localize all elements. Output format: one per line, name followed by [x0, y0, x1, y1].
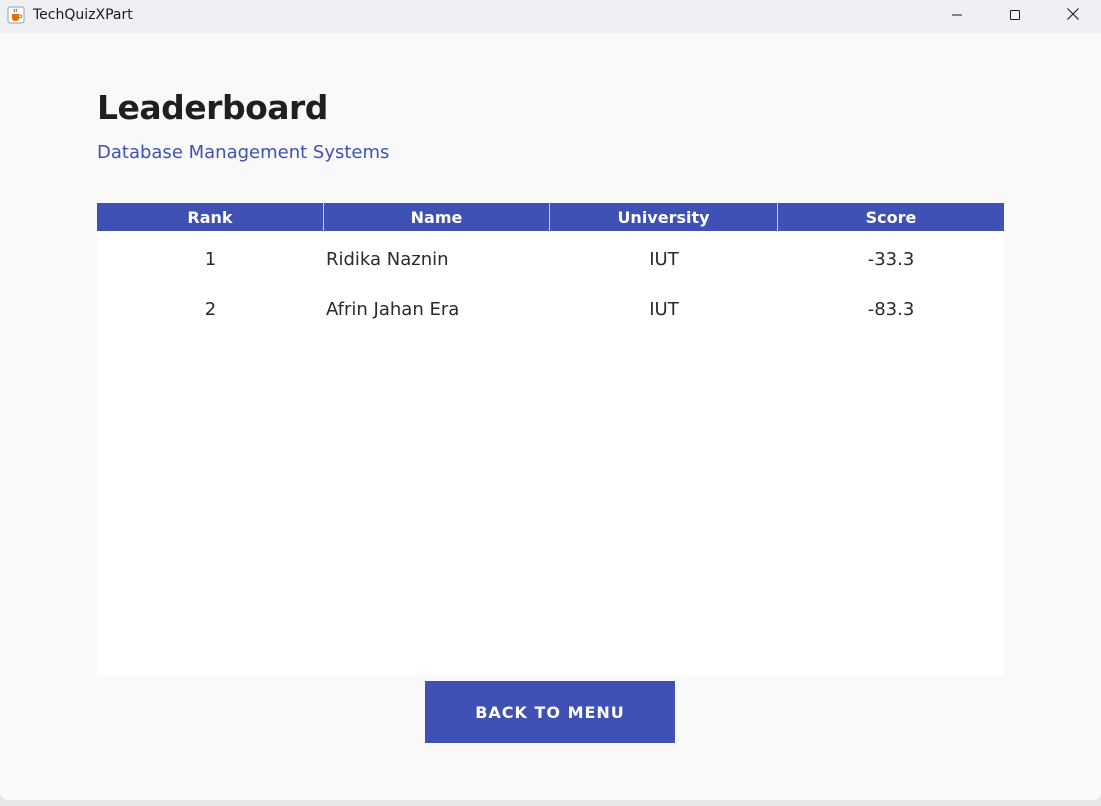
column-header-rank[interactable]: Rank [97, 203, 324, 231]
page-title: Leaderboard [97, 88, 328, 127]
maximize-icon [1009, 8, 1021, 26]
window-title: TechQuizXPart [33, 7, 133, 23]
quiz-subject-subtitle: Database Management Systems [97, 142, 390, 163]
column-header-score[interactable]: Score [778, 203, 1004, 231]
column-header-university[interactable]: University [550, 203, 778, 231]
close-icon [1066, 7, 1080, 26]
score-cell: -33.3 [867, 248, 915, 270]
leaderboard-table[interactable]: Rank Name University Score 1 Ridika Nazn… [97, 203, 1004, 675]
java-cup-icon [7, 6, 25, 24]
rank-cell: 1 [204, 248, 217, 270]
back-to-menu-button[interactable]: BACK TO MENU [425, 681, 675, 743]
close-button[interactable] [1044, 0, 1101, 33]
column-header-name[interactable]: Name [324, 203, 550, 231]
app-window: TechQuizXPart Leaderboard Database Manag… [0, 0, 1101, 800]
table-row[interactable]: 1 Ridika Naznin IUT -33.3 [97, 234, 1004, 284]
university-cell: IUT [649, 248, 679, 270]
score-cell: -83.3 [867, 298, 915, 320]
minimize-icon [951, 8, 963, 26]
maximize-button[interactable] [986, 0, 1044, 33]
table-row[interactable]: 2 Afrin Jahan Era IUT -83.3 [97, 284, 1004, 334]
name-cell: Afrin Jahan Era [326, 298, 460, 320]
name-cell: Ridika Naznin [326, 248, 449, 270]
table-header: Rank Name University Score [97, 203, 1004, 231]
university-cell: IUT [649, 298, 679, 320]
minimize-button[interactable] [928, 0, 986, 33]
title-bar[interactable]: TechQuizXPart [0, 0, 1101, 33]
rank-cell: 2 [204, 298, 217, 320]
